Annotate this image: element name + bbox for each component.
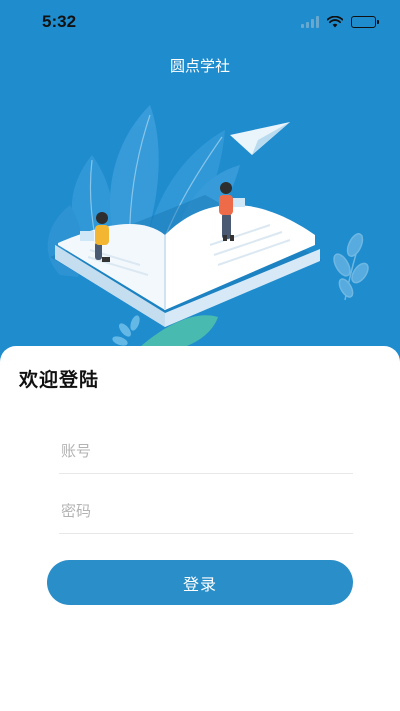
login-card: 欢迎登陆 登录	[0, 346, 400, 711]
wifi-icon	[327, 16, 343, 28]
login-screen: 5:32 圆点学社 欢迎登陆 账号 登录	[0, 0, 400, 711]
battery-icon	[351, 16, 379, 28]
open-book-illustration	[47, 105, 369, 355]
page-title: 圆点学社	[169, 57, 230, 75]
password-input[interactable]	[59, 488, 353, 533]
login-heading: 欢迎登陆	[19, 369, 100, 391]
account-input[interactable]	[59, 428, 353, 473]
status-time: 5:32	[42, 12, 77, 31]
status-bar: 5:32	[0, 0, 400, 44]
login-button[interactable]: 登录	[47, 560, 353, 605]
password-field	[59, 488, 353, 534]
status-icons	[301, 14, 379, 30]
account-field	[59, 428, 353, 474]
signal-icon	[301, 16, 319, 28]
paper-plane-icon	[230, 122, 290, 155]
